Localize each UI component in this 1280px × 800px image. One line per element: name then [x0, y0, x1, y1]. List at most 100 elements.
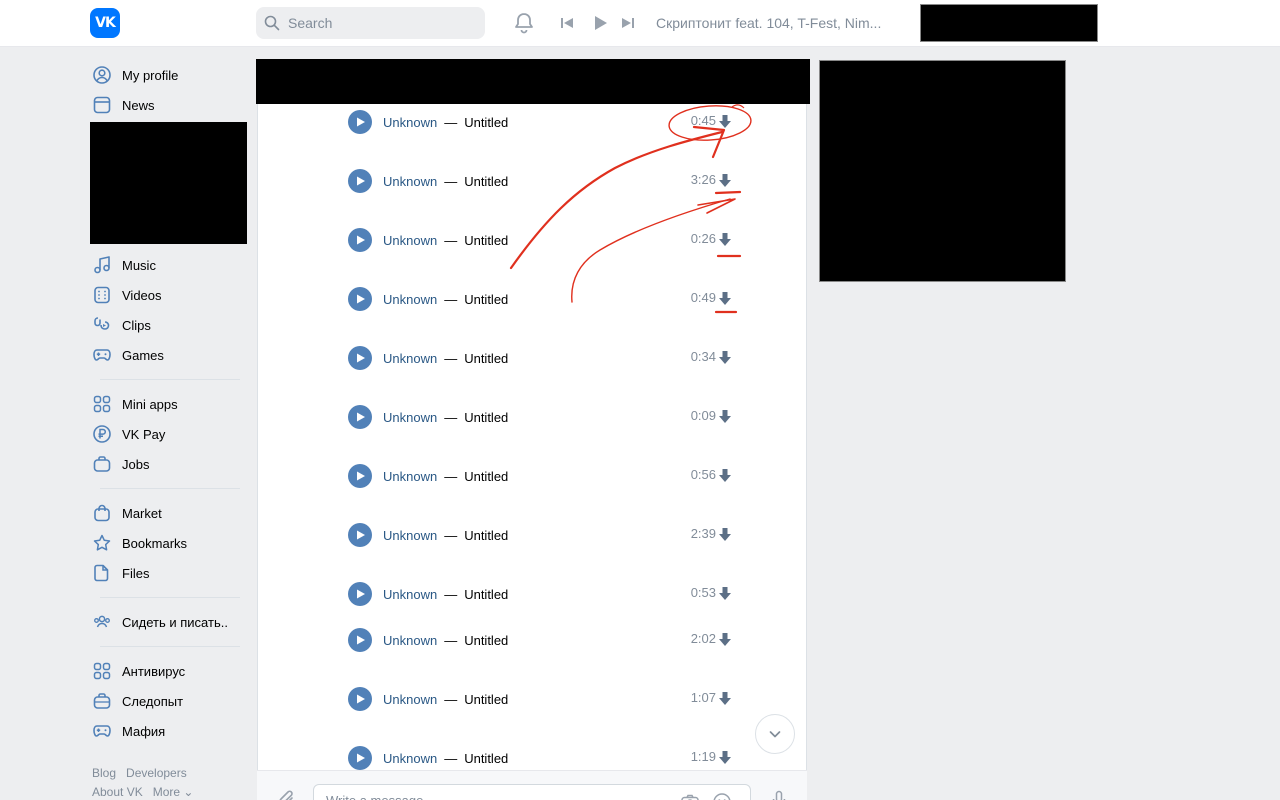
footer-link-more[interactable]: More ⌄ [153, 785, 194, 799]
footer-link-about[interactable]: About VK [92, 785, 143, 799]
track-artist[interactable]: Unknown [383, 233, 437, 248]
audio-track[interactable]: Unknown — Untitled 0:49 [348, 287, 748, 311]
track-artist[interactable]: Unknown [383, 633, 437, 648]
play-icon [357, 353, 365, 363]
search-input[interactable] [288, 15, 468, 31]
audio-track[interactable]: Unknown — Untitled 2:02 [348, 628, 748, 652]
sidebar-divider [100, 379, 240, 380]
track-artist[interactable]: Unknown [383, 528, 437, 543]
vk-logo[interactable]: VK [90, 8, 120, 38]
sidebar-item-vk-pay[interactable]: VK Pay [90, 419, 242, 449]
search-box[interactable] [256, 7, 485, 39]
download-arrow-icon[interactable] [718, 291, 732, 306]
audio-track[interactable]: Unknown — Untitled 0:56 [348, 464, 748, 488]
sidebar-item-music[interactable]: Music [90, 250, 242, 280]
track-title: Untitled [464, 350, 509, 366]
download-arrow-icon[interactable] [718, 232, 732, 247]
download-arrow-icon[interactable] [718, 350, 732, 365]
sidebar-item-games[interactable]: Games [90, 340, 242, 370]
track-artist[interactable]: Unknown [383, 469, 437, 484]
sidebar-item-label: Files [122, 565, 150, 581]
sidebar-item-jobs[interactable]: Jobs [90, 449, 242, 479]
play-track-button[interactable] [348, 346, 372, 370]
sidebar-item-mini-apps[interactable]: Mini apps [90, 389, 242, 419]
play-track-button[interactable] [348, 228, 372, 252]
audio-track[interactable]: Unknown — Untitled 2:39 [348, 523, 748, 547]
play-icon[interactable] [591, 14, 609, 32]
sidebar-item-my-profile[interactable]: My profile [90, 60, 242, 90]
message-composer [257, 770, 807, 800]
play-track-button[interactable] [348, 169, 372, 193]
sidebar-item-news[interactable]: News [90, 90, 242, 120]
sidebar-item-community[interactable]: Сидеть и писать.. [90, 607, 242, 637]
audio-track[interactable]: Unknown — Untitled 1:07 [348, 687, 748, 711]
track-artist[interactable]: Unknown [383, 587, 437, 602]
message-input-box[interactable] [313, 784, 751, 800]
footer-link-developers[interactable]: Developers [126, 766, 187, 780]
download-arrow-icon[interactable] [718, 586, 732, 601]
play-track-button[interactable] [348, 582, 372, 606]
track-artist[interactable]: Unknown [383, 292, 437, 307]
play-track-button[interactable] [348, 628, 372, 652]
track-duration: 0:53 [690, 585, 716, 600]
sidebar-item-clips[interactable]: Clips [90, 310, 242, 340]
download-arrow-icon[interactable] [718, 409, 732, 424]
play-icon [357, 412, 365, 422]
star-icon [93, 534, 111, 551]
play-track-button[interactable] [348, 405, 372, 429]
download-arrow-icon[interactable] [718, 750, 732, 765]
download-arrow-icon[interactable] [718, 691, 732, 706]
play-track-button[interactable] [348, 746, 372, 770]
download-arrow-icon[interactable] [718, 173, 732, 188]
bell-icon[interactable] [512, 11, 536, 35]
sidebar-item-sledopyt[interactable]: Следопыт [90, 686, 242, 716]
sidebar-item-bookmarks[interactable]: Bookmarks [90, 528, 242, 558]
apps-icon [93, 395, 111, 413]
previous-track-icon[interactable] [559, 15, 575, 31]
users-icon [94, 615, 110, 628]
play-track-button[interactable] [348, 687, 372, 711]
play-track-button[interactable] [348, 523, 372, 547]
track-artist[interactable]: Unknown [383, 751, 437, 766]
track-artist[interactable]: Unknown [383, 115, 437, 130]
sidebar-item-label: Следопыт [122, 693, 184, 709]
attach-icon[interactable] [277, 789, 297, 800]
download-arrow-icon[interactable] [718, 527, 732, 542]
message-input[interactable] [326, 793, 666, 800]
track-artist[interactable]: Unknown [383, 692, 437, 707]
download-arrow-icon[interactable] [718, 468, 732, 483]
now-playing-title[interactable]: Скриптонит feat. 104, T-Fest, Nim... [656, 15, 896, 31]
track-duration: 1:07 [690, 690, 716, 705]
track-artist[interactable]: Unknown [383, 174, 437, 189]
audio-track[interactable]: Unknown — Untitled 0:45 [348, 110, 748, 134]
audio-track[interactable]: Unknown — Untitled 1:19 [348, 746, 748, 770]
file-icon [94, 564, 109, 582]
audio-track[interactable]: Unknown — Untitled 0:26 [348, 228, 748, 252]
scroll-to-bottom-button[interactable] [755, 714, 795, 754]
sidebar-item-videos[interactable]: Videos [90, 280, 242, 310]
next-track-icon[interactable] [620, 15, 636, 31]
camera-icon[interactable] [680, 792, 700, 800]
play-track-button[interactable] [348, 110, 372, 134]
track-artist[interactable]: Unknown [383, 410, 437, 425]
download-arrow-icon[interactable] [718, 632, 732, 647]
track-duration: 0:09 [690, 408, 716, 423]
redacted-chat-header [256, 59, 810, 104]
emoji-icon[interactable] [712, 792, 732, 800]
sidebar-item-mafia[interactable]: Мафия [90, 716, 242, 746]
play-track-button[interactable] [348, 464, 372, 488]
audio-track[interactable]: Unknown — Untitled 0:09 [348, 405, 748, 429]
audio-track[interactable]: Unknown — Untitled 0:53 [348, 582, 748, 606]
briefcase-icon [93, 456, 111, 472]
audio-track[interactable]: Unknown — Untitled 0:34 [348, 346, 748, 370]
music-icon [94, 256, 110, 274]
sidebar-item-files[interactable]: Files [90, 558, 242, 588]
audio-track[interactable]: Unknown — Untitled 3:26 [348, 169, 748, 193]
sidebar-item-market[interactable]: Market [90, 498, 242, 528]
footer-link-blog[interactable]: Blog [92, 766, 116, 780]
play-track-button[interactable] [348, 287, 372, 311]
track-artist[interactable]: Unknown [383, 351, 437, 366]
sidebar-item-antivirus[interactable]: Антивирус [90, 656, 242, 686]
download-arrow-icon[interactable] [718, 114, 732, 129]
microphone-icon[interactable] [769, 789, 789, 800]
